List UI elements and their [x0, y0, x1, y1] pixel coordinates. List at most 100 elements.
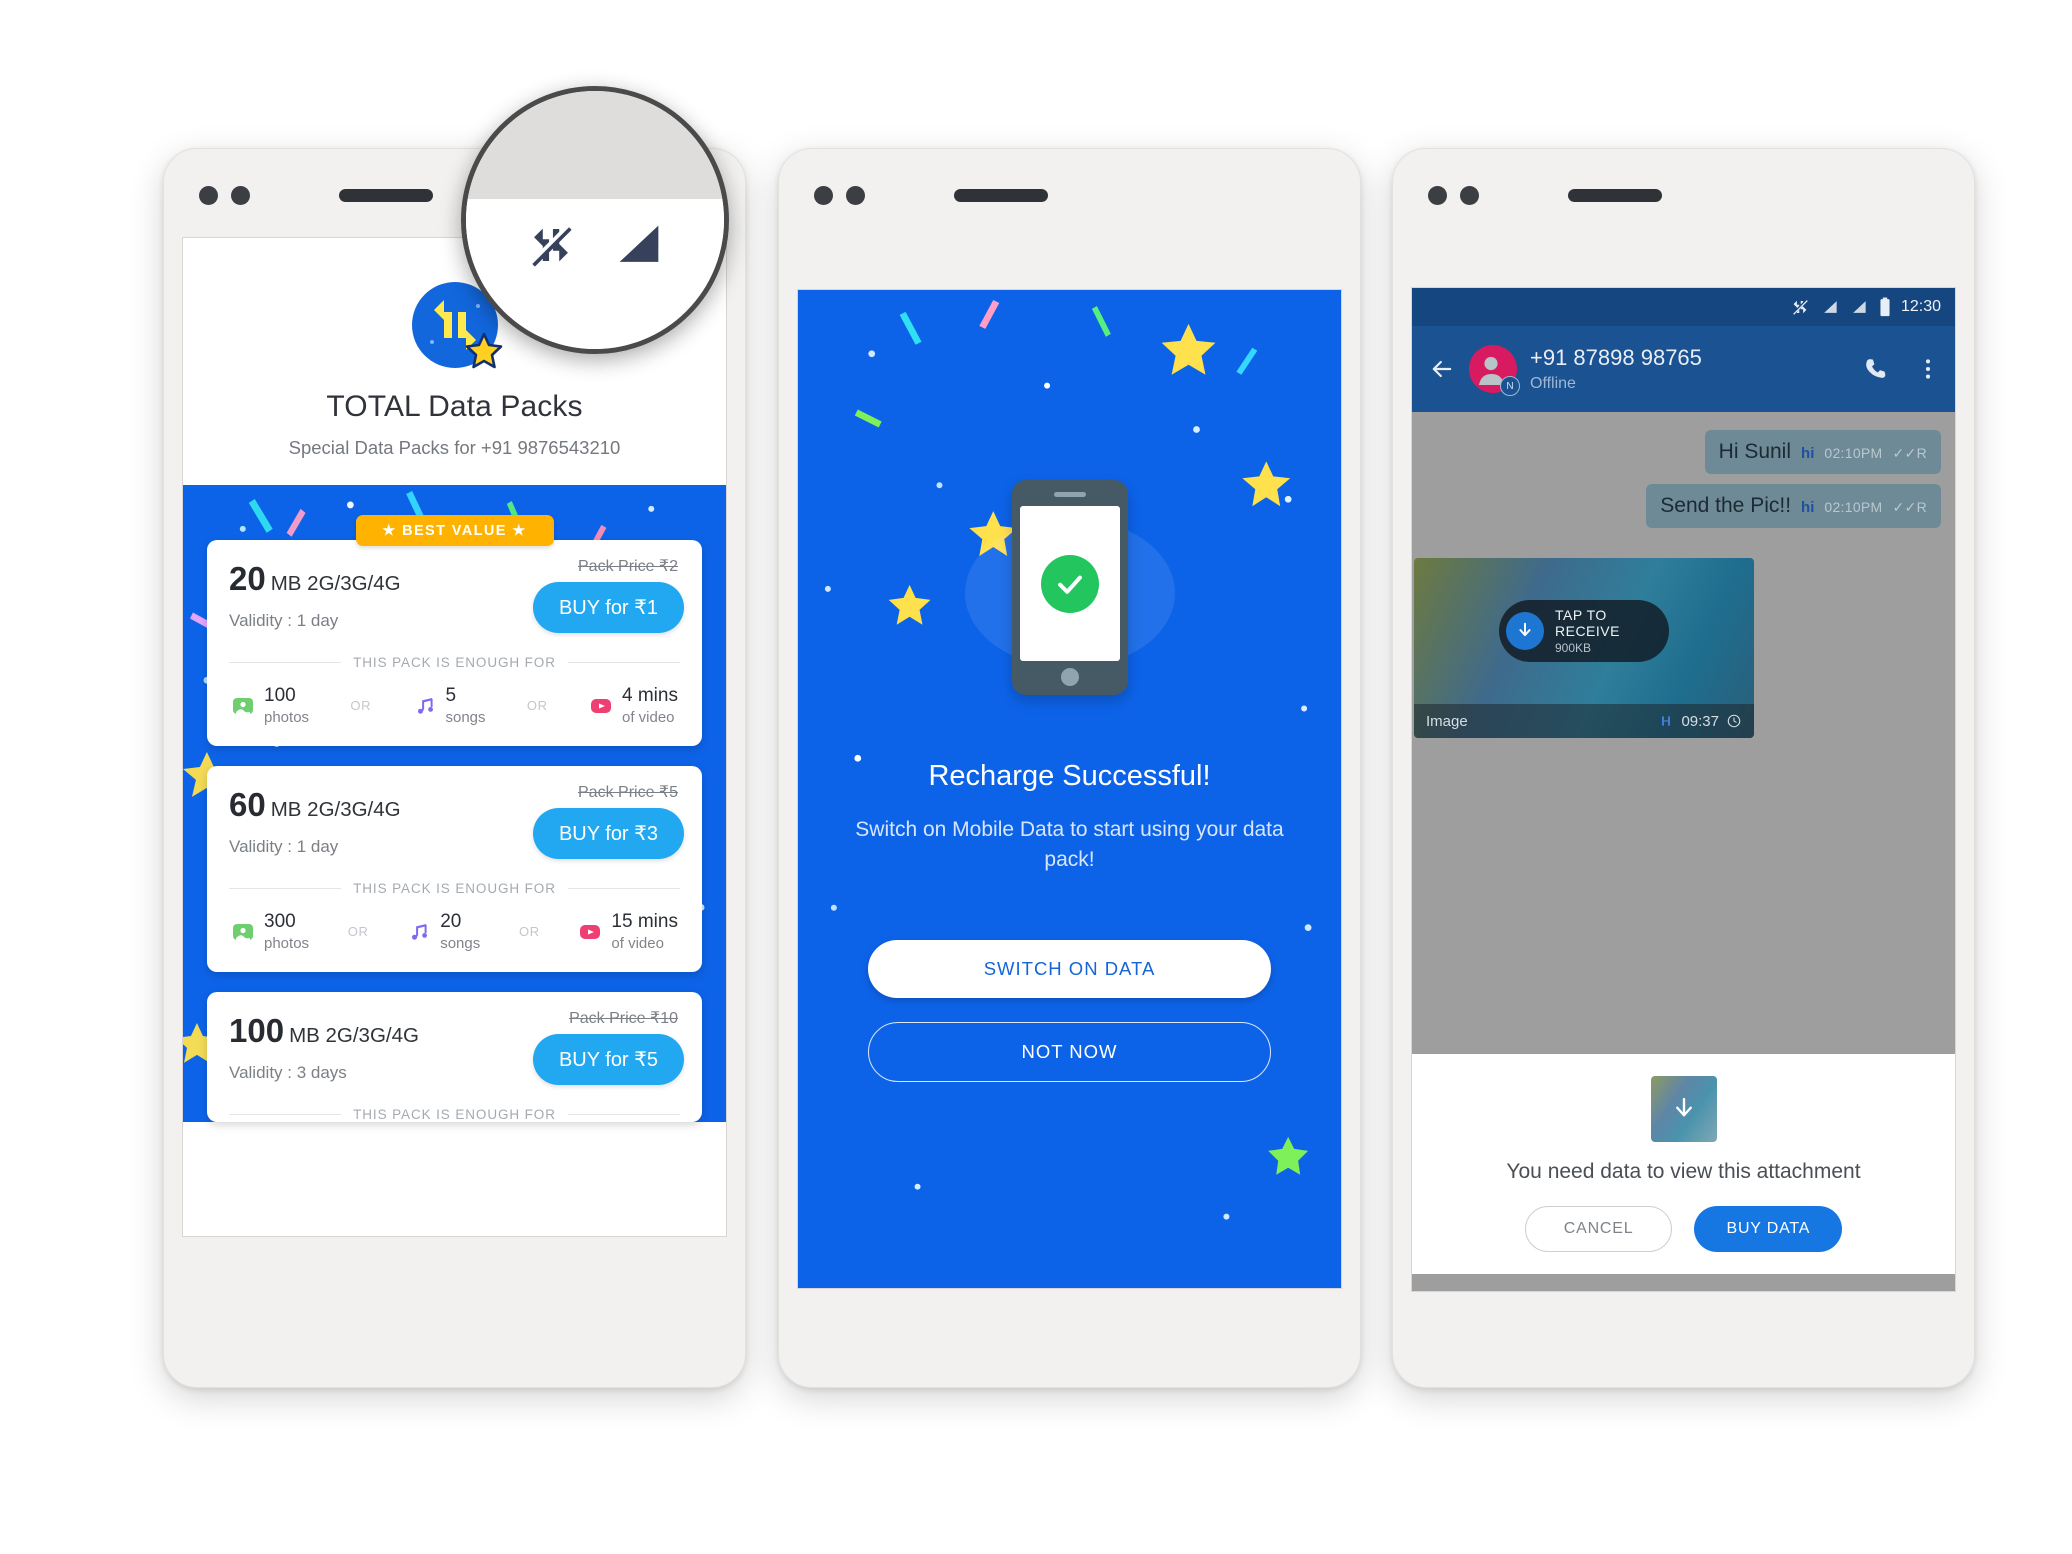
or-separator: OR: [347, 924, 369, 940]
usage-count: 300: [264, 910, 296, 932]
divider-line-right: [567, 662, 681, 663]
mobile-data-off-icon: [1792, 299, 1808, 315]
sheet-message: You need data to view this attachment: [1506, 1160, 1861, 1183]
chat-screen: 12:30 N +91 87898 98765 Offline Hi Sunil…: [1411, 287, 1956, 1292]
usage-item-photos: 100 photos: [231, 686, 309, 726]
tap-to-receive-label: TAP TO RECEIVE: [1555, 607, 1620, 639]
divider-line-right: [567, 1113, 681, 1115]
usage-unit: songs: [440, 934, 481, 952]
music-note-icon: [412, 923, 428, 940]
usage-count: 15 mins: [611, 910, 678, 932]
buy-button[interactable]: BUY for ₹5: [532, 1033, 684, 1085]
tap-to-receive-button[interactable]: TAP TO RECEIVE 900KB: [1499, 600, 1669, 662]
usage-row: 300 photos OR 20 songs OR 15 mins of vid…: [207, 896, 702, 972]
phone-with-checkmark-icon: [798, 480, 1341, 710]
usage-item-video: 15 mins of video: [578, 910, 678, 952]
back-arrow-icon[interactable]: [1428, 355, 1456, 383]
not-now-button[interactable]: NOT NOW: [868, 1022, 1271, 1082]
signal-bars-icon: [1824, 301, 1837, 313]
divider-line-right: [567, 887, 681, 889]
recharge-success-screen: Recharge Successful! Switch on Mobile Da…: [797, 289, 1342, 1289]
success-title: Recharge Successful!: [928, 760, 1211, 792]
attachment-size: 900KB: [1555, 641, 1592, 655]
pack-card[interactable]: 100 MB 2G/3G/4G Validity : 3 days Pack Pr…: [207, 991, 702, 1122]
signal-bars-icon: [619, 225, 659, 262]
contact-avatar-icon[interactable]: N: [1469, 345, 1520, 396]
message-receipt: ✓✓R: [1892, 499, 1927, 515]
success-subtitle: Switch on Mobile Data to start using you…: [855, 818, 1284, 872]
status-bar-clock: 12:30: [1900, 298, 1941, 315]
divider-line-left: [229, 662, 342, 663]
usage-row: 100 photos OR 5 songs OR 4 mins of video: [207, 670, 702, 746]
pack-size-unit: MB 2G/3G/4G: [270, 572, 401, 595]
magnifier-callout: [461, 86, 729, 354]
video-play-icon: [580, 924, 601, 939]
network-badge: N: [1500, 376, 1520, 396]
message-text: Hi Sunil: [1718, 440, 1792, 463]
magnified-status-icons: [466, 210, 724, 280]
chat-app-bar: N +91 87898 98765 Offline: [1412, 326, 1955, 412]
pack-card[interactable]: 60 MB 2G/3G/4G Validity : 1 day Pack Pric…: [207, 765, 702, 972]
pack-summary: 60 MB 2G/3G/4G Validity : 1 day Pack Pric…: [207, 766, 702, 877]
chat-bubble[interactable]: Send the Pic!! hi 02:10PM ✓✓R: [1646, 484, 1941, 528]
pack-size-unit: MB 2G/3G/4G: [270, 797, 401, 821]
buy-button[interactable]: BUY for ₹1: [532, 582, 684, 633]
pack-size-unit: MB 2G/3G/4G: [289, 1023, 419, 1047]
more-vertical-icon[interactable]: [1917, 356, 1939, 382]
cancel-button[interactable]: CANCEL: [1524, 1206, 1673, 1252]
phone-device-success: Recharge Successful! Switch on Mobile Da…: [778, 148, 1361, 1388]
mobile-data-off-icon: [529, 224, 572, 267]
usage-count: 20: [440, 910, 462, 932]
phone-call-icon[interactable]: [1862, 355, 1890, 383]
contact-number: +91 87898 98765: [1530, 345, 1702, 370]
usage-item-video: 4 mins of video: [589, 686, 678, 726]
sensor-dot: [231, 186, 250, 205]
usage-item-songs: 20 songs: [407, 910, 481, 952]
success-content: Recharge Successful! Switch on Mobile Da…: [798, 290, 1341, 1288]
usage-unit: of video: [611, 934, 664, 952]
chat-message-area: Hi Sunil hi 02:10PM ✓✓R Send the Pic!! h…: [1412, 412, 1955, 1054]
checkmark-icon: [1040, 554, 1099, 613]
clock-icon: [1727, 714, 1741, 728]
phone3-bezel-top: [1393, 149, 1974, 237]
pack-old-price: Pack Price ₹2: [578, 558, 678, 575]
enough-for-label: THIS PACK IS ENOUGH FOR: [353, 655, 556, 670]
battery-icon: [1880, 297, 1890, 317]
pack-card[interactable]: 20 MB 2G/3G/4G Validity : 1 day Pack Pric…: [207, 540, 702, 746]
chat-bubble[interactable]: Hi Sunil hi 02:10PM ✓✓R: [1704, 430, 1941, 474]
app-tag: hi: [1801, 499, 1815, 516]
video-play-icon: [590, 698, 611, 713]
usage-unit: photos: [264, 708, 310, 726]
screenshot-stage: TOTAL Data Packs Special Data Packs for …: [0, 0, 2072, 1554]
status-bar: 12:30: [1412, 288, 1955, 326]
or-separator: OR: [350, 698, 372, 714]
earpiece-speaker: [339, 189, 433, 202]
pack-size-value: 20: [229, 560, 266, 597]
buy-button[interactable]: BUY for ₹3: [532, 807, 684, 859]
photo-icon: [233, 923, 253, 940]
usage-unit: photos: [264, 934, 310, 952]
buy-data-button[interactable]: BUY DATA: [1694, 1206, 1843, 1252]
enough-for-label: THIS PACK IS ENOUGH FOR: [353, 880, 556, 896]
or-separator: OR: [518, 924, 540, 940]
enough-for-divider: THIS PACK IS ENOUGH FOR: [207, 881, 702, 896]
switch-on-data-button[interactable]: SWITCH ON DATA: [868, 940, 1271, 998]
packs-screen: TOTAL Data Packs Special Data Packs for …: [182, 237, 727, 1237]
usage-unit: of video: [621, 708, 675, 726]
camera-dot: [814, 186, 833, 205]
earpiece-speaker: [1568, 189, 1662, 202]
download-arrow-icon: [1506, 612, 1544, 650]
image-attachment[interactable]: TAP TO RECEIVE 900KB Image 09:37: [1414, 558, 1754, 738]
music-note-icon: [417, 697, 433, 714]
hero-phone-home-button: [1060, 668, 1079, 686]
phone2-bezel-top: [779, 149, 1360, 237]
sensor-dot: [846, 186, 865, 205]
camera-dot: [199, 186, 218, 205]
or-separator: OR: [526, 698, 548, 714]
message-time: 02:10PM: [1824, 445, 1883, 461]
attachment-type: Image: [1426, 712, 1468, 730]
message-text: Send the Pic!!: [1660, 494, 1792, 517]
hero-phone-shape: [1011, 480, 1128, 695]
divider-line-left: [229, 1113, 342, 1115]
page-title: TOTAL Data Packs: [326, 390, 583, 423]
